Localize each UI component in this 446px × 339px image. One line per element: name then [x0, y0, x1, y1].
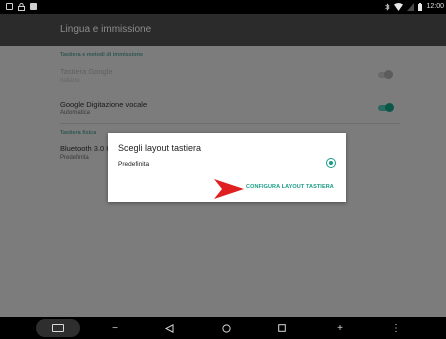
- pref-bluetooth-keyboard-title[interactable]: Bluetooth 3.0 K: [60, 144, 111, 153]
- pref-google-keyboard-subtitle: Italiano: [60, 78, 80, 84]
- back-button[interactable]: [159, 317, 179, 339]
- pref-voice-typing-title[interactable]: Google Digitazione vocale: [60, 100, 147, 109]
- radio-selected-dot: [329, 161, 333, 165]
- recents-button[interactable]: [272, 317, 292, 339]
- screenshot-icon: [52, 324, 64, 332]
- bluetooth-icon: [385, 3, 391, 11]
- notification-icon: [30, 3, 37, 10]
- status-time: 12:00: [426, 3, 444, 10]
- volume-down-icon: −: [112, 322, 118, 334]
- pref-google-keyboard-title[interactable]: Tastiera Google: [60, 67, 113, 76]
- status-bar: 12:00: [0, 0, 446, 14]
- app-bar: Lingua e immissione: [0, 14, 446, 46]
- status-left-icons: [6, 3, 37, 11]
- volume-up-icon: +: [337, 322, 343, 334]
- signal-icon: [407, 3, 415, 11]
- switch-knob: [384, 70, 393, 79]
- recents-icon: [278, 324, 286, 332]
- pref-bluetooth-keyboard-subtitle: Predefinita: [60, 155, 89, 161]
- menu-button[interactable]: ⋮: [386, 317, 406, 339]
- voice-typing-switch[interactable]: [378, 103, 394, 112]
- layout-option-radio[interactable]: [326, 158, 336, 168]
- page-title: Lingua e immissione: [60, 24, 152, 35]
- wifi-icon: [394, 3, 404, 11]
- navigation-bar: − + ⋮: [0, 317, 446, 339]
- google-keyboard-switch[interactable]: [378, 70, 393, 79]
- configure-layout-button[interactable]: CONFIGURA LAYOUT TASTIERA: [246, 184, 334, 190]
- dialog-title: Scegli layout tastiera: [118, 143, 202, 153]
- home-button[interactable]: [216, 317, 236, 339]
- back-icon: [164, 323, 173, 333]
- switch-knob: [385, 103, 394, 112]
- screenshot-button[interactable]: [36, 319, 80, 337]
- red-arrow-icon: [214, 179, 244, 199]
- section-header-physical-keyboard: Tastiera fisica: [60, 130, 97, 136]
- volume-down-button[interactable]: −: [105, 317, 125, 339]
- battery-icon: [418, 3, 423, 11]
- pref-voice-typing-subtitle: Automatica: [60, 110, 91, 116]
- volume-up-button[interactable]: +: [330, 317, 350, 339]
- status-right-icons: 12:00: [385, 3, 444, 11]
- section-header-keyboard-methods: Tastiera e metodi di immissione: [60, 52, 144, 58]
- divider: [60, 123, 400, 124]
- lock-icon: [18, 3, 25, 11]
- home-icon: [221, 323, 231, 333]
- image-icon: [6, 3, 13, 10]
- layout-option-label[interactable]: Predefinita: [118, 161, 149, 168]
- menu-icon: ⋮: [391, 322, 401, 334]
